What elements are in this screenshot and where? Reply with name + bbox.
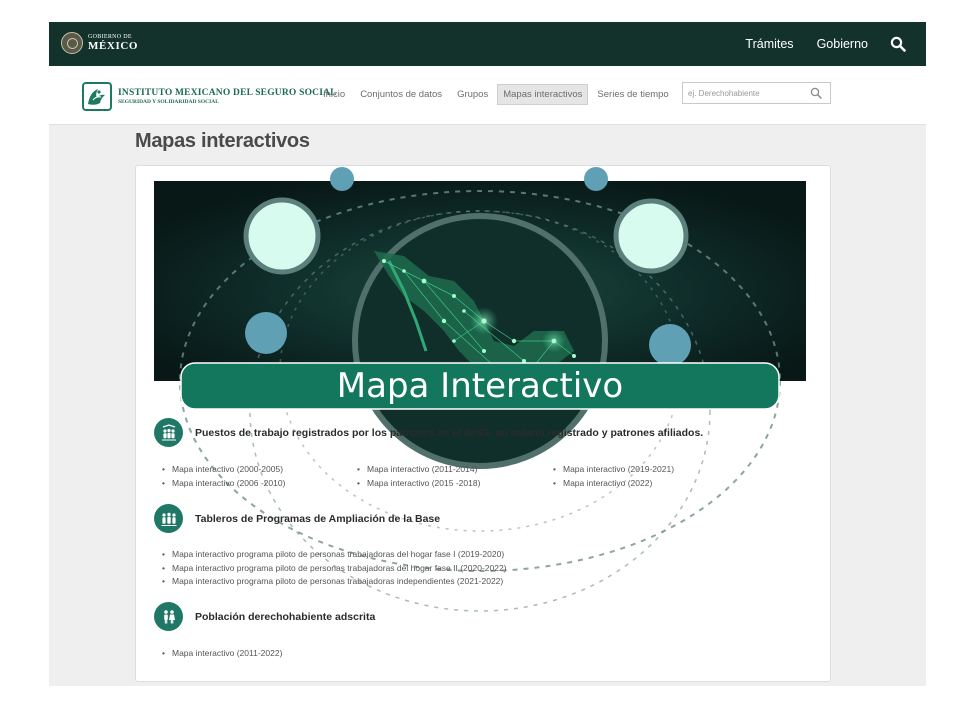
gob-top-bar: GOBIERNO DE MÉXICO Trámites Gobierno — [49, 22, 926, 66]
section-tableros-programas: Tableros de Programas de Ampliación de l… — [154, 504, 440, 533]
imss-logo[interactable]: INSTITUTO MEXICANO DEL SEGURO SOCIAL SEG… — [82, 82, 337, 111]
imss-logo-line2: SEGURIDAD Y SOLIDARIDAD SOCIAL — [118, 99, 219, 105]
section3-list: Mapa interactivo (2011-2022) — [162, 647, 282, 661]
mapa-interactivo-banner: Mapa Interactivo — [154, 167, 806, 612]
section2-list: Mapa interactivo programa piloto de pers… — [162, 548, 507, 589]
family-icon — [154, 602, 183, 631]
workers-group-icon — [154, 418, 183, 447]
nav-grupos[interactable]: Grupos — [451, 84, 494, 105]
list-item[interactable]: Mapa interactivo programa piloto de pers… — [162, 575, 507, 589]
people-group-icon — [154, 504, 183, 533]
list-item[interactable]: Mapa interactivo (2019-2021) — [553, 463, 674, 477]
list-item[interactable]: Mapa interactivo (2006 -2010) — [162, 477, 285, 491]
imss-logo-text: INSTITUTO MEXICANO DEL SEGURO SOCIAL SEG… — [118, 88, 337, 105]
section1-list-col2: Mapa interactivo (2011-2014) Mapa intera… — [357, 463, 480, 490]
list-item[interactable]: Mapa interactivo (2011-2014) — [357, 463, 480, 477]
list-item[interactable]: Mapa interactivo (2011-2022) — [162, 647, 282, 661]
section-poblacion-derechohabiente: Población derechohabiente adscrita — [154, 602, 375, 631]
search-input[interactable] — [683, 83, 801, 104]
imss-eagle-icon — [82, 82, 112, 111]
list-item[interactable]: Mapa interactivo (2000-2005) — [162, 463, 285, 477]
national-seal-icon — [61, 32, 83, 54]
nav-conjuntos-de-datos[interactable]: Conjuntos de datos — [354, 84, 448, 105]
banner-title: Mapa Interactivo — [337, 366, 623, 406]
nav-series-de-tiempo[interactable]: Series de tiempo — [591, 84, 674, 105]
main-nav: Inicio Conjuntos de datos Grupos Mapas i… — [317, 84, 678, 105]
content-card: Mapa Interactivo Puestos de trabajo regi… — [135, 165, 831, 682]
search-icon[interactable] — [810, 87, 822, 99]
list-item[interactable]: Mapa interactivo (2022) — [553, 477, 674, 491]
section1-list-col1: Mapa interactivo (2000-2005) Mapa intera… — [162, 463, 285, 490]
section1-list-col3: Mapa interactivo (2019-2021) Mapa intera… — [553, 463, 674, 490]
top-link-gobierno[interactable]: Gobierno — [817, 37, 868, 51]
list-item[interactable]: Mapa interactivo programa piloto de pers… — [162, 562, 507, 576]
top-link-tramites[interactable]: Trámites — [745, 37, 793, 51]
gob-logo-text: GOBIERNO DE MÉXICO — [88, 34, 138, 52]
section-title: Población derechohabiente adscrita — [195, 610, 376, 623]
search-icon[interactable] — [890, 36, 906, 52]
page-title: Mapas interactivos — [135, 130, 310, 152]
gob-logo-line2: MÉXICO — [88, 40, 139, 52]
list-item[interactable]: Mapa interactivo (2015 -2018) — [357, 477, 480, 491]
section-title: Puestos de trabajo registrados por los p… — [195, 426, 704, 439]
nav-inicio[interactable]: Inicio — [317, 84, 351, 105]
nav-mapas-interactivos[interactable]: Mapas interactivos — [497, 84, 589, 105]
imss-navbar: INSTITUTO MEXICANO DEL SEGURO SOCIAL SEG… — [49, 66, 926, 125]
section-puestos-de-trabajo: Puestos de trabajo registrados por los p… — [154, 418, 703, 447]
gob-top-links: Trámites Gobierno — [722, 22, 868, 66]
imss-logo-line1: INSTITUTO MEXICANO DEL SEGURO SOCIAL — [118, 88, 337, 98]
gob-mexico-logo[interactable]: GOBIERNO DE MÉXICO — [61, 32, 138, 54]
browser-frame: GOBIERNO DE MÉXICO Trámites Gobierno INS… — [49, 22, 926, 686]
search-box — [682, 82, 831, 104]
list-item[interactable]: Mapa interactivo programa piloto de pers… — [162, 548, 507, 562]
section-title: Tableros de Programas de Ampliación de l… — [195, 512, 441, 525]
